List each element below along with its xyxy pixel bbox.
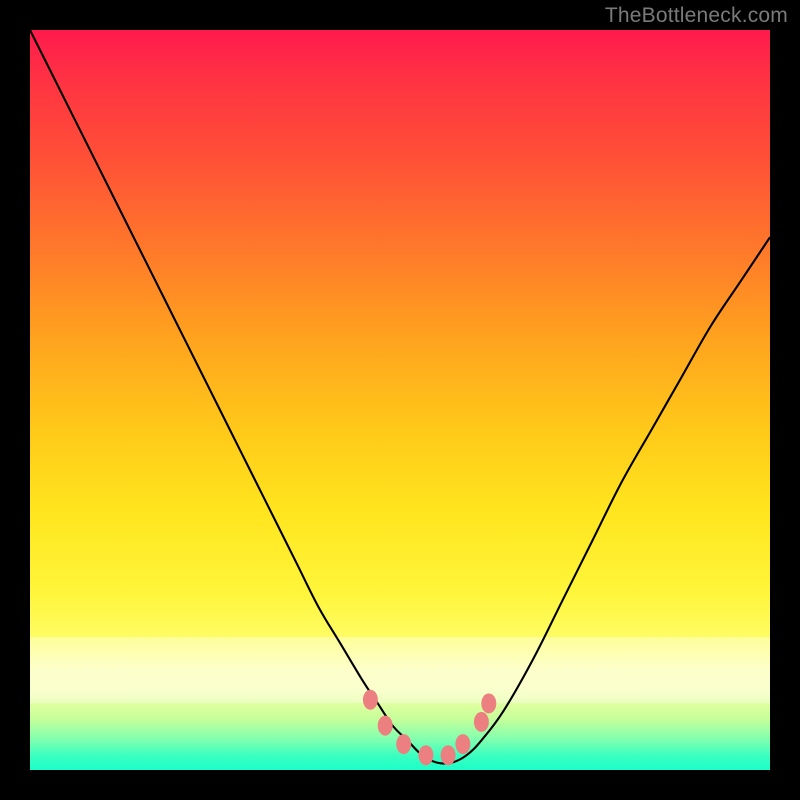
- plot-area: [30, 30, 770, 770]
- curve-marker: [363, 690, 378, 710]
- curve-marker: [481, 693, 496, 713]
- curve-marker: [418, 745, 433, 765]
- curve-marker: [474, 712, 489, 732]
- curve-marker: [455, 734, 470, 754]
- watermark-text: TheBottleneck.com: [605, 4, 788, 28]
- curve-markers: [363, 690, 496, 766]
- curve-marker: [441, 745, 456, 765]
- bottleneck-curve: [30, 30, 770, 764]
- curve-svg: [30, 30, 770, 770]
- curve-marker: [396, 734, 411, 754]
- curve-marker: [378, 716, 393, 736]
- outer-frame: TheBottleneck.com: [0, 0, 800, 800]
- curve-path: [30, 30, 770, 764]
